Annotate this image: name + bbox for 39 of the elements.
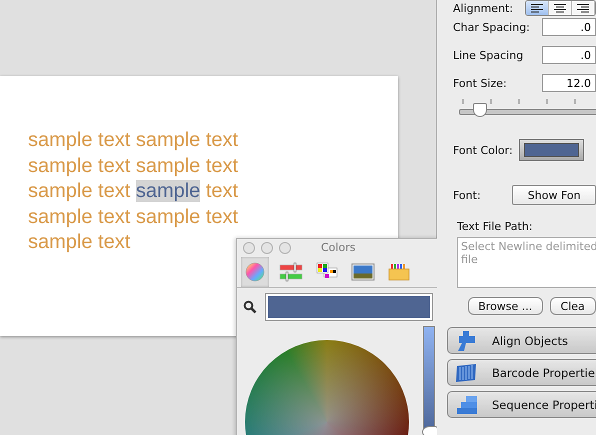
sample-text: sample text sample text — [28, 154, 238, 176]
font-color-label: Font Color: — [453, 144, 514, 156]
brightness-slider-thumb[interactable] — [422, 426, 438, 435]
align-right-icon — [576, 4, 589, 12]
clear-button[interactable]: Clea — [550, 297, 596, 315]
color-wheel-icon — [245, 262, 265, 282]
sample-text: sample text — [28, 180, 132, 202]
text-file-path-label: Text File Path: — [457, 220, 534, 233]
sample-text: text — [204, 180, 238, 202]
search-icon[interactable] — [243, 300, 257, 314]
sample-text: sample text — [28, 231, 130, 253]
text-file-path-field[interactable]: Select Newline delimited file — [457, 237, 596, 288]
sequence-section-button[interactable]: Sequence Properti — [447, 391, 596, 418]
show-fonts-button[interactable]: Show Fon — [512, 185, 596, 205]
sliders-icon — [279, 262, 303, 282]
font-label: Font: — [453, 188, 482, 202]
font-color-well[interactable] — [519, 139, 584, 161]
font-size-field[interactable]: 12.0 — [542, 74, 596, 92]
sample-text: sample text sample text — [28, 129, 238, 151]
browse-button[interactable]: Browse ... — [468, 297, 543, 315]
crayon-box-icon — [388, 262, 410, 282]
alignment-label: Alignment: — [453, 2, 514, 14]
align-center-button[interactable] — [548, 1, 572, 15]
barcode-section-button[interactable]: Barcode Propertie — [447, 359, 596, 386]
char-spacing-label: Char Spacing: — [453, 20, 531, 34]
align-right-button[interactable] — [572, 1, 595, 15]
align-left-button[interactable] — [526, 1, 549, 15]
align-section-button[interactable]: Align Objects — [447, 327, 596, 354]
line-spacing-field[interactable]: .0 — [542, 46, 596, 64]
align-center-icon — [554, 4, 566, 12]
landscape-icon — [351, 262, 375, 282]
window-title: Colors — [321, 241, 356, 254]
line-spacing-label: Line Spacing — [453, 48, 524, 62]
sample-text: sample text sample text — [28, 206, 238, 228]
align-left-icon — [530, 4, 543, 12]
stairs-icon — [454, 394, 480, 416]
font-size-label: Font Size: — [453, 76, 508, 90]
selected-text: sample — [136, 180, 200, 202]
char-spacing-field[interactable]: .0 — [542, 18, 596, 36]
